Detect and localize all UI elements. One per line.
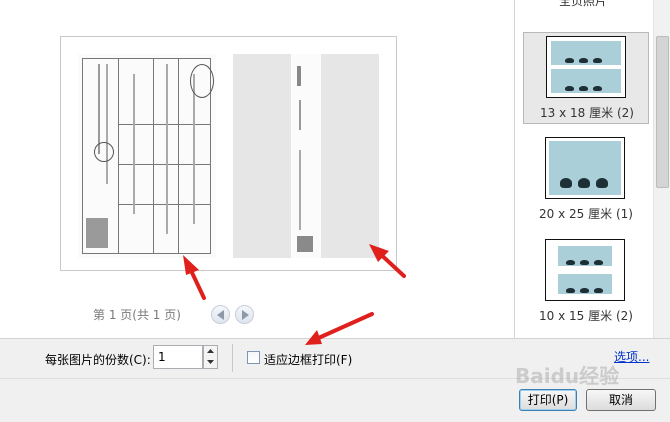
layout-list: 全页照片 13 x 18 厘米 (2) 20 x 25 厘米 (1) 10 x … bbox=[514, 0, 670, 338]
divider bbox=[232, 344, 233, 372]
options-link[interactable]: 选项... bbox=[614, 348, 649, 365]
watermark-logo: Baidu经验 bbox=[515, 364, 620, 388]
copies-spinner[interactable] bbox=[203, 345, 218, 369]
fit-to-frame-label[interactable]: 适应边框打印(F) bbox=[264, 351, 352, 368]
arrow-up-icon bbox=[207, 349, 214, 353]
fit-to-frame-checkbox[interactable] bbox=[247, 351, 260, 364]
next-page-button[interactable] bbox=[235, 305, 254, 324]
layout-item-label: 全页照片 bbox=[559, 0, 608, 8]
annotation-arrow-right bbox=[369, 244, 406, 278]
cancel-button[interactable]: 取消 bbox=[586, 389, 656, 411]
layout-item-label: 13 x 18 厘米 (2) bbox=[540, 106, 634, 120]
layout-thumbnail bbox=[545, 239, 625, 301]
copies-label: 每张图片的份数(C): bbox=[45, 353, 151, 367]
layout-item-label: 10 x 15 厘米 (2) bbox=[539, 309, 633, 323]
layout-item-label: 20 x 25 厘米 (1) bbox=[539, 207, 633, 221]
divider bbox=[0, 338, 670, 339]
scrollbar-thumb[interactable] bbox=[656, 36, 669, 188]
spinner-up-button[interactable] bbox=[204, 346, 217, 357]
layout-thumbnail bbox=[545, 137, 625, 199]
print-button[interactable]: 打印(P) bbox=[519, 389, 577, 411]
copies-input[interactable] bbox=[153, 345, 203, 369]
layout-item-10x15[interactable]: 10 x 15 厘米 (2) bbox=[523, 236, 649, 328]
previous-page-button[interactable] bbox=[211, 305, 230, 324]
print-preview-pane: 第 1 页(共 1 页) bbox=[0, 0, 514, 338]
layout-thumbnail bbox=[546, 36, 626, 98]
triangle-right-icon bbox=[242, 310, 249, 320]
layout-item-13x18[interactable]: 13 x 18 厘米 (2) bbox=[523, 32, 649, 124]
page-indicator: 第 1 页(共 1 页) bbox=[93, 308, 181, 322]
spinner-down-button[interactable] bbox=[204, 357, 217, 368]
triangle-left-icon bbox=[217, 310, 224, 320]
layout-item-20x25[interactable]: 20 x 25 厘米 (1) bbox=[523, 134, 649, 226]
layout-scrollbar[interactable] bbox=[653, 0, 670, 338]
arrow-down-icon bbox=[207, 360, 214, 364]
